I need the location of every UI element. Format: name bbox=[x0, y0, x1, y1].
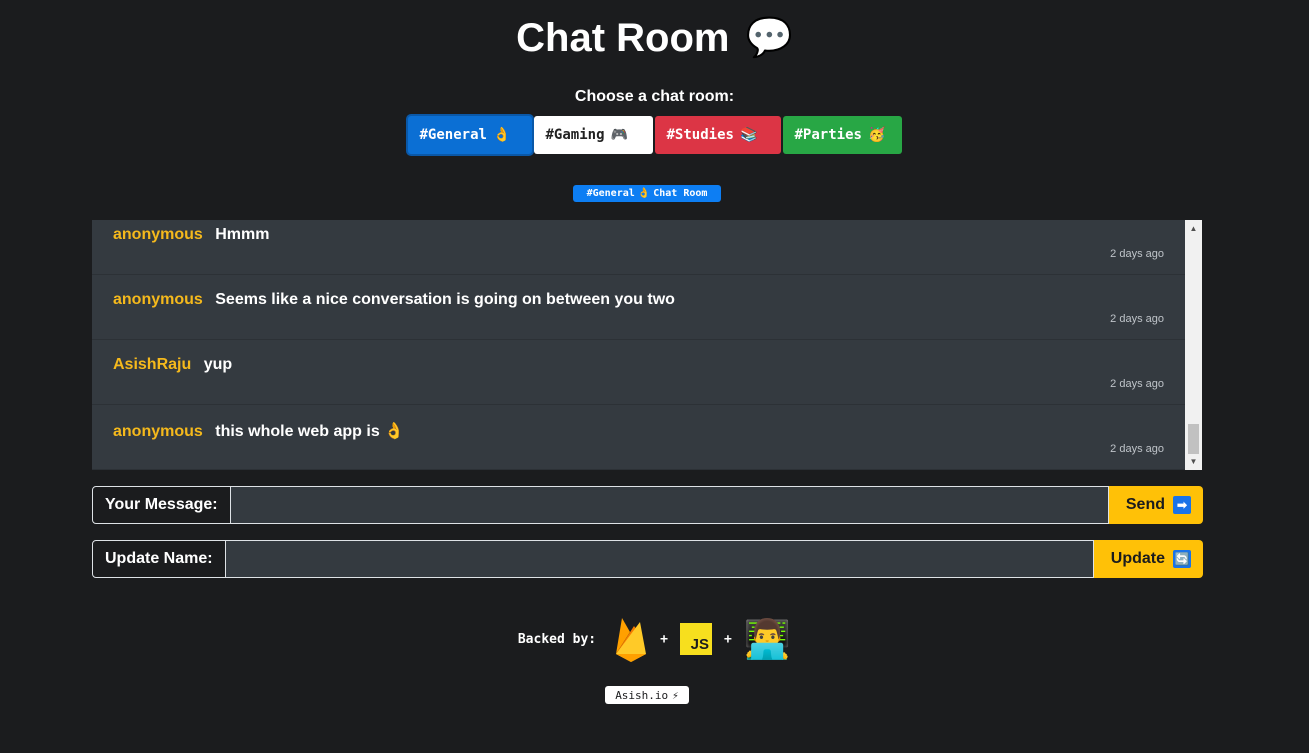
name-field-label: Update Name: bbox=[92, 540, 226, 578]
message-field-label: Your Message: bbox=[92, 486, 231, 524]
message-item: anonymous this whole web app is 👌 2 days… bbox=[92, 405, 1185, 470]
message-timestamp: 2 days ago bbox=[1110, 443, 1164, 455]
message-text: Hmmm bbox=[215, 226, 270, 243]
name-input[interactable] bbox=[225, 540, 1094, 578]
room-button-gaming[interactable]: #Gaming 🎮 bbox=[533, 116, 653, 154]
message-username: anonymous bbox=[113, 226, 203, 243]
room-label: #Gaming bbox=[545, 127, 605, 143]
developer-icon: 👨‍💻 bbox=[743, 617, 792, 661]
lightning-icon: ⚡ bbox=[672, 688, 679, 702]
signature-link[interactable]: Asish.io ⚡ bbox=[605, 686, 689, 704]
message-text: this whole web app is 👌 bbox=[215, 423, 405, 440]
speech-bubble-icon: 💬 bbox=[745, 17, 793, 59]
firebase-icon bbox=[616, 618, 647, 662]
room-label: #Studies bbox=[666, 127, 734, 143]
js-badge-text: JS bbox=[690, 636, 709, 653]
plus-sign: + bbox=[723, 631, 732, 647]
send-button[interactable]: Send ➡ bbox=[1108, 486, 1203, 524]
javascript-icon: JS bbox=[679, 623, 712, 655]
message-text: Seems like a nice conversation is going … bbox=[215, 291, 675, 308]
message-item: AsishRaju yup 2 days ago bbox=[92, 340, 1185, 405]
ok-hand-icon: 👌 bbox=[637, 188, 651, 199]
room-button-general[interactable]: #General 👌 bbox=[407, 116, 532, 154]
active-room-badge: #General 👌 Chat Room bbox=[573, 185, 721, 202]
refresh-icon: 🔄 bbox=[1173, 550, 1191, 568]
page-title: Chat Room 💬 bbox=[0, 14, 1309, 62]
plus-sign: + bbox=[660, 631, 668, 647]
message-username: AsishRaju bbox=[113, 356, 192, 373]
name-form: Update Name: Update 🔄 bbox=[92, 540, 1203, 578]
message-timestamp: 2 days ago bbox=[1110, 378, 1164, 390]
message-item: anonymous Hmmm 2 days ago bbox=[92, 220, 1185, 275]
room-button-studies[interactable]: #Studies 📚 bbox=[654, 116, 781, 154]
message-scrollbar[interactable]: ▲ ▼ bbox=[1185, 220, 1202, 470]
room-selector: #General 👌 #Gaming 🎮 #Studies 📚 #Parties… bbox=[0, 116, 1309, 154]
active-room-name: #General bbox=[586, 188, 635, 199]
choose-room-label: Choose a chat room: bbox=[574, 88, 735, 105]
party-face-icon: 🥳 bbox=[867, 127, 886, 143]
chat-room-page: Chat Room 💬 Choose a chat room: #General… bbox=[0, 0, 1309, 753]
message-timestamp: 2 days ago bbox=[1110, 313, 1164, 325]
message-username: anonymous bbox=[113, 291, 203, 308]
message-username: anonymous bbox=[113, 423, 203, 440]
room-label: #Parties bbox=[794, 127, 862, 143]
backed-by-label: Backed by: bbox=[517, 631, 597, 647]
update-button[interactable]: Update 🔄 bbox=[1093, 540, 1203, 578]
message-list: anonymous Hmmm 2 days ago anonymous Seem… bbox=[92, 220, 1185, 470]
arrow-right-icon: ➡ bbox=[1173, 496, 1191, 514]
message-item: anonymous Seems like a nice conversation… bbox=[92, 275, 1185, 340]
gamepad-icon: 🎮 bbox=[610, 127, 628, 143]
active-room-suffix: Chat Room bbox=[653, 188, 708, 199]
message-list-panel: anonymous Hmmm 2 days ago anonymous Seem… bbox=[92, 220, 1202, 470]
update-button-label: Update bbox=[1110, 550, 1165, 567]
room-label: #General bbox=[419, 127, 487, 143]
message-form: Your Message: Send ➡ bbox=[92, 486, 1203, 524]
scroll-up-arrow-icon[interactable]: ▲ bbox=[1185, 220, 1202, 237]
message-text: yup bbox=[203, 356, 233, 373]
message-input[interactable] bbox=[230, 486, 1109, 524]
backed-by-footer: Backed by: + JS + 👨‍💻 bbox=[0, 616, 1309, 662]
scroll-down-arrow-icon[interactable]: ▼ bbox=[1185, 453, 1202, 470]
books-icon: 📚 bbox=[739, 127, 758, 143]
room-button-parties[interactable]: #Parties 🥳 bbox=[782, 116, 902, 154]
page-title-text: Chat Room bbox=[516, 16, 730, 60]
ok-hand-icon: 👌 bbox=[492, 127, 511, 143]
signature-text: Asish.io bbox=[615, 688, 669, 702]
message-timestamp: 2 days ago bbox=[1110, 248, 1164, 260]
send-button-label: Send bbox=[1125, 496, 1165, 513]
scrollbar-thumb[interactable] bbox=[1188, 424, 1199, 454]
